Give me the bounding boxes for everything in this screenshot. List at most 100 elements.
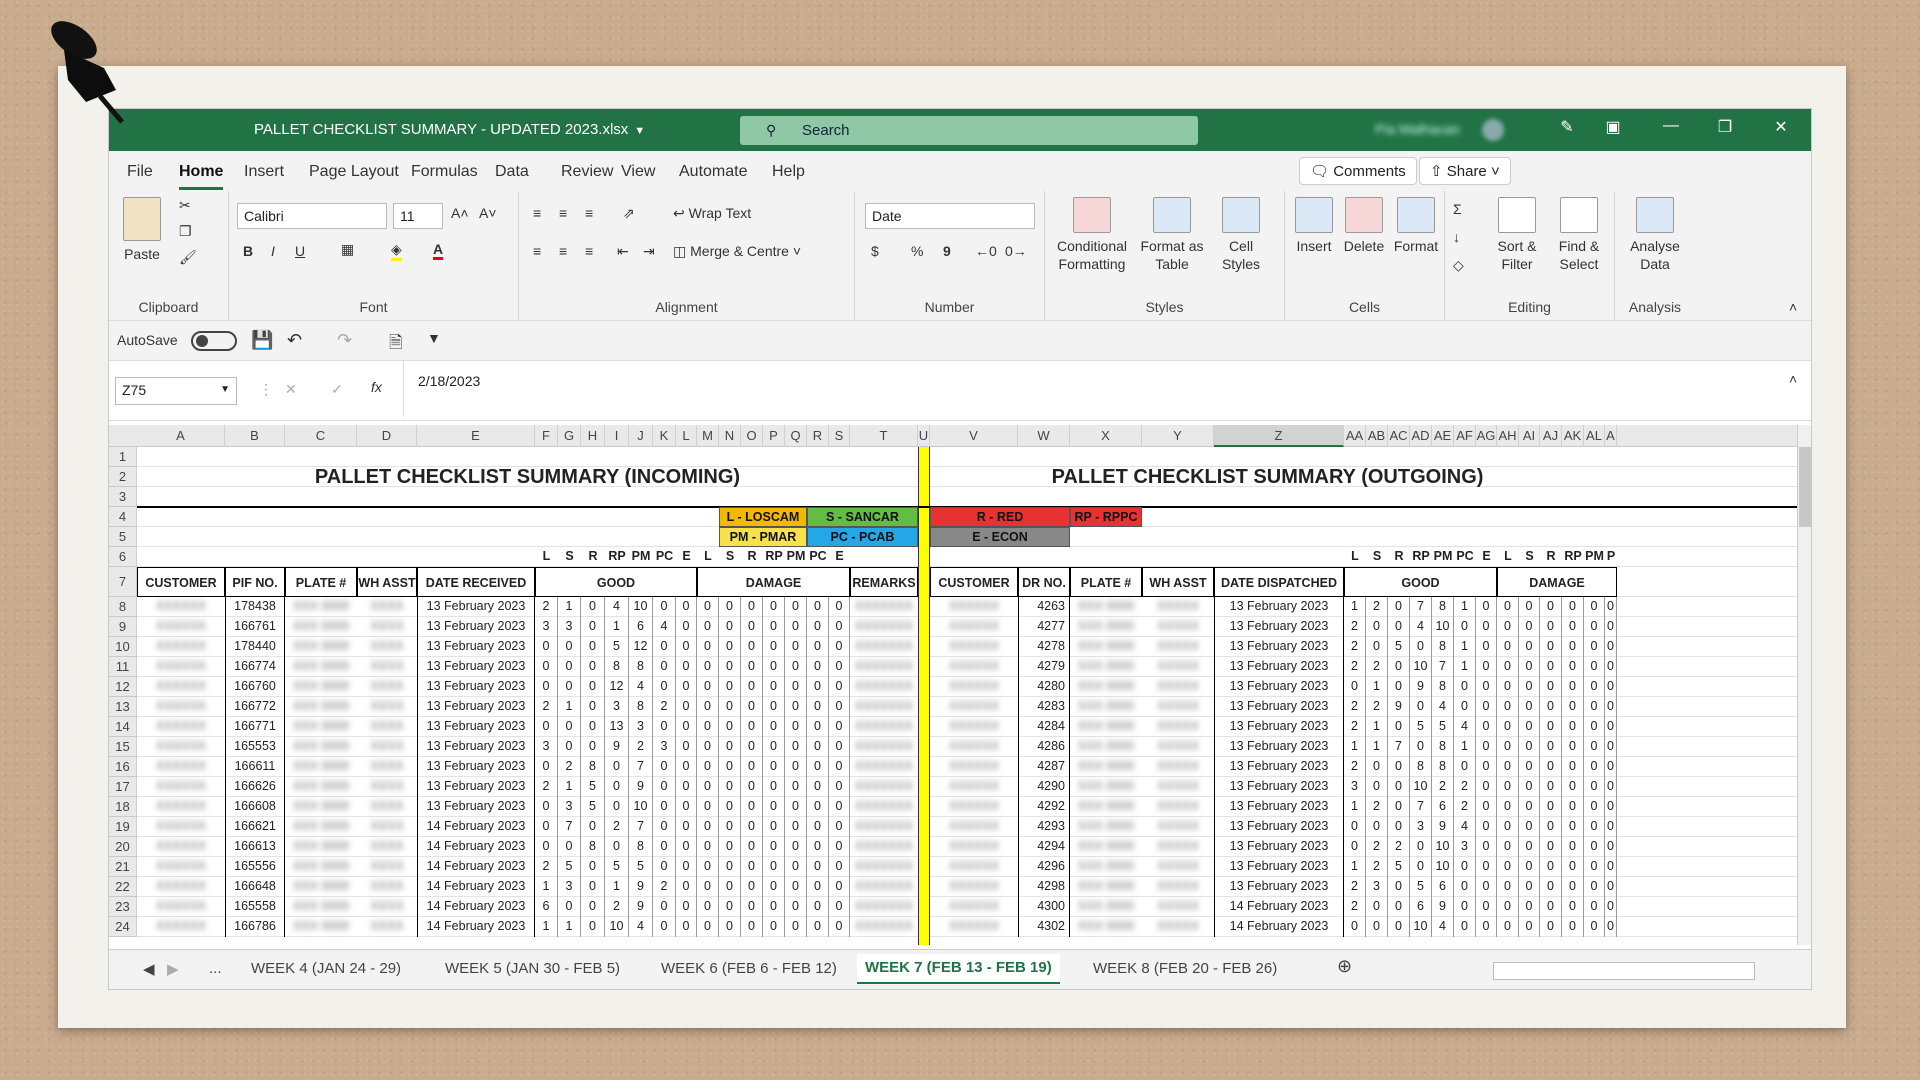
- column-header[interactable]: C: [285, 425, 357, 447]
- good-count-cell[interactable]: 1: [1366, 717, 1388, 737]
- good-count-cell[interactable]: 4: [1410, 617, 1432, 637]
- damage-count-cell[interactable]: 0: [1497, 617, 1519, 637]
- clear-icon[interactable]: ◇: [1453, 257, 1464, 274]
- cancel-icon[interactable]: ✕: [285, 381, 297, 398]
- damage-count-cell[interactable]: 0: [1540, 657, 1562, 677]
- damage-count-cell[interactable]: 0: [829, 717, 850, 737]
- good-count-cell[interactable]: 9: [1388, 697, 1410, 717]
- date-received-cell[interactable]: 14 February 2023: [417, 837, 535, 857]
- damage-count-cell[interactable]: 0: [1497, 737, 1519, 757]
- damage-count-cell[interactable]: 0: [1519, 897, 1540, 917]
- good-count-cell[interactable]: 0: [1388, 597, 1410, 617]
- damage-count-cell[interactable]: 0: [741, 757, 763, 777]
- format-cells-button[interactable]: Format: [1391, 197, 1441, 255]
- damage-count-cell[interactable]: 0: [1605, 877, 1617, 897]
- row-header[interactable]: 5: [109, 527, 137, 547]
- damage-count-cell[interactable]: 0: [1540, 677, 1562, 697]
- good-count-cell[interactable]: 0: [581, 597, 605, 617]
- column-header[interactable]: AJ: [1540, 425, 1562, 447]
- underline-button[interactable]: U: [295, 243, 305, 259]
- good-count-cell[interactable]: 8: [1432, 737, 1454, 757]
- wh-asst-cell[interactable]: XXXXX: [1142, 917, 1214, 937]
- good-count-cell[interactable]: 0: [1388, 677, 1410, 697]
- good-count-cell[interactable]: 0: [1388, 817, 1410, 837]
- damage-count-cell[interactable]: 0: [1519, 797, 1540, 817]
- damage-count-cell[interactable]: 0: [741, 677, 763, 697]
- damage-count-cell[interactable]: 0: [785, 877, 807, 897]
- good-count-cell[interactable]: 0: [605, 757, 629, 777]
- damage-count-cell[interactable]: 0: [719, 777, 741, 797]
- damage-count-cell[interactable]: 0: [1562, 917, 1584, 937]
- damage-count-cell[interactable]: 0: [1497, 917, 1519, 937]
- row-header[interactable]: 1: [109, 447, 137, 467]
- damage-count-cell[interactable]: 0: [1540, 717, 1562, 737]
- good-count-cell[interactable]: 2: [629, 737, 653, 757]
- good-count-cell[interactable]: 3: [605, 697, 629, 717]
- wh-asst-cell[interactable]: XXXX: [357, 777, 417, 797]
- damage-count-cell[interactable]: 0: [1605, 777, 1617, 797]
- tab-week-7[interactable]: WEEK 7 (FEB 13 - FEB 19): [857, 954, 1060, 984]
- damage-count-cell[interactable]: 0: [1562, 717, 1584, 737]
- damage-count-cell[interactable]: 0: [1562, 757, 1584, 777]
- good-count-cell[interactable]: 0: [676, 777, 697, 797]
- good-count-cell[interactable]: 0: [1476, 657, 1497, 677]
- customer-cell[interactable]: XXXXXX: [137, 757, 225, 777]
- good-count-cell[interactable]: 0: [1476, 697, 1497, 717]
- damage-count-cell[interactable]: 0: [807, 657, 829, 677]
- damage-count-cell[interactable]: 0: [1519, 757, 1540, 777]
- damage-count-cell[interactable]: 0: [807, 597, 829, 617]
- column-header[interactable]: O: [741, 425, 763, 447]
- damage-count-cell[interactable]: 0: [1584, 877, 1605, 897]
- damage-count-cell[interactable]: 0: [719, 837, 741, 857]
- good-count-cell[interactable]: 5: [629, 857, 653, 877]
- date-dispatched-cell[interactable]: 13 February 2023: [1214, 857, 1344, 877]
- tab-data[interactable]: Data: [495, 163, 529, 181]
- insert-cells-button[interactable]: Insert: [1291, 197, 1337, 255]
- remarks-cell[interactable]: XXXXXXX: [850, 717, 918, 737]
- good-count-cell[interactable]: 4: [629, 917, 653, 937]
- wh-asst-cell[interactable]: XXXX: [357, 837, 417, 857]
- column-header[interactable]: V: [930, 425, 1018, 447]
- damage-count-cell[interactable]: 0: [1584, 857, 1605, 877]
- damage-count-cell[interactable]: 0: [763, 817, 785, 837]
- good-count-cell[interactable]: 4: [1432, 917, 1454, 937]
- decrease-font-icon[interactable]: A˅: [479, 205, 497, 221]
- plate-cell[interactable]: XXX 0000: [1070, 617, 1142, 637]
- good-count-cell[interactable]: 8: [605, 657, 629, 677]
- damage-count-cell[interactable]: 0: [763, 697, 785, 717]
- damage-count-cell[interactable]: 0: [829, 597, 850, 617]
- damage-count-cell[interactable]: 0: [763, 777, 785, 797]
- date-received-cell[interactable]: 13 February 2023: [417, 657, 535, 677]
- good-count-cell[interactable]: 0: [581, 737, 605, 757]
- customer-cell[interactable]: XXXXXX: [137, 837, 225, 857]
- damage-count-cell[interactable]: 0: [763, 597, 785, 617]
- wh-asst-cell[interactable]: XXXXX: [1142, 637, 1214, 657]
- good-count-cell[interactable]: 0: [535, 817, 558, 837]
- good-count-cell[interactable]: 0: [1476, 877, 1497, 897]
- plate-cell[interactable]: XXX 0000: [1070, 917, 1142, 937]
- row-header[interactable]: 21: [109, 857, 137, 877]
- pif-no-cell[interactable]: 178440: [225, 637, 285, 657]
- remarks-cell[interactable]: XXXXXXX: [850, 677, 918, 697]
- damage-count-cell[interactable]: 0: [1562, 877, 1584, 897]
- good-count-cell[interactable]: 1: [1454, 657, 1476, 677]
- damage-count-cell[interactable]: 0: [807, 777, 829, 797]
- damage-count-cell[interactable]: 0: [1605, 597, 1617, 617]
- damage-count-cell[interactable]: 0: [763, 717, 785, 737]
- date-received-cell[interactable]: 14 February 2023: [417, 877, 535, 897]
- column-header[interactable]: P: [763, 425, 785, 447]
- good-count-cell[interactable]: 0: [1410, 837, 1432, 857]
- good-count-cell[interactable]: 0: [581, 857, 605, 877]
- restore-icon[interactable]: ❐: [1713, 117, 1737, 137]
- column-header[interactable]: AB: [1366, 425, 1388, 447]
- good-count-cell[interactable]: 9: [1410, 677, 1432, 697]
- customer-cell[interactable]: XXXXXX: [930, 597, 1018, 617]
- good-count-cell[interactable]: 10: [629, 797, 653, 817]
- font-color-icon[interactable]: A: [433, 241, 444, 260]
- dr-no-cell[interactable]: 4278: [1018, 637, 1070, 657]
- row-header[interactable]: 13: [109, 697, 137, 717]
- tab-page-layout[interactable]: Page Layout: [309, 163, 399, 181]
- customer-cell[interactable]: XXXXXX: [930, 817, 1018, 837]
- good-count-cell[interactable]: 0: [676, 677, 697, 697]
- good-count-cell[interactable]: 0: [653, 857, 676, 877]
